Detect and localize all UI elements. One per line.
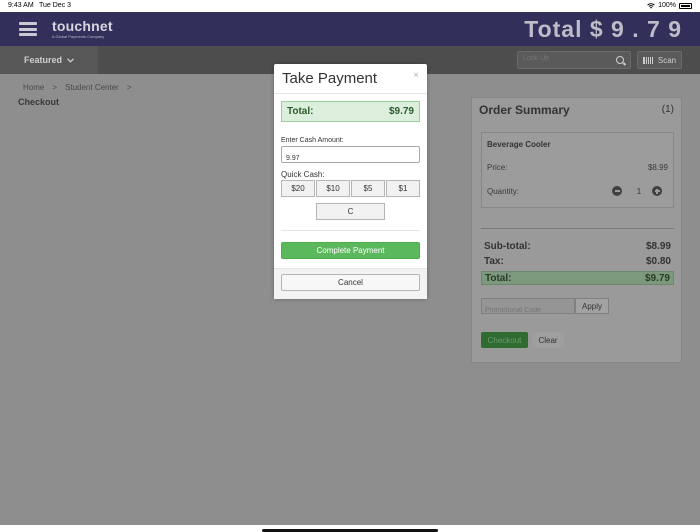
quantity-value: 1	[636, 187, 642, 196]
quick-cash-5-button[interactable]: $5	[351, 180, 385, 197]
battery-icon	[679, 2, 692, 9]
modal-total-label: Total:	[287, 106, 314, 117]
modal-total: Total: $9.79	[281, 101, 420, 122]
status-date: Tue Dec 3	[39, 2, 72, 9]
total-value: $9.79	[644, 272, 670, 284]
take-payment-modal: Take Payment × Total: $9.79 Enter Cash A…	[274, 64, 427, 299]
breadcrumb: Home > Student Center >	[23, 83, 132, 92]
logo-sub: A Global Payments Company	[52, 34, 105, 39]
cancel-button[interactable]: Cancel	[281, 274, 420, 291]
page-title: Checkout	[18, 97, 60, 107]
header: touchnet A Global Payments Company Total…	[0, 12, 700, 46]
quick-cash-label: Quick Cash:	[281, 170, 325, 179]
minus-circle-icon[interactable]	[612, 186, 622, 196]
tax-label: Tax:	[484, 256, 504, 267]
breadcrumb-separator: >	[52, 83, 58, 92]
breadcrumb-home[interactable]: Home	[23, 83, 44, 92]
checkout-button[interactable]: Checkout	[481, 332, 528, 348]
divider	[274, 93, 427, 94]
logo-name: touchnet	[52, 18, 113, 34]
quick-cash-1-button[interactable]: $1	[386, 180, 420, 197]
search-icon[interactable]	[616, 56, 624, 64]
featured-label: Featured	[23, 55, 62, 65]
scan-label: Scan	[657, 55, 677, 65]
tax-value: $0.80	[645, 256, 671, 267]
price-value: $8.99	[647, 163, 668, 172]
clear-amount-button[interactable]: C	[316, 203, 385, 220]
hamburger-menu-icon[interactable]	[19, 22, 37, 36]
quick-cash-10-button[interactable]: $10	[316, 180, 350, 197]
logo: touchnet A Global Payments Company	[52, 18, 113, 39]
order-summary-title: Order Summary	[479, 103, 570, 117]
featured-dropdown[interactable]: Featured	[0, 46, 98, 74]
lookup-input[interactable]	[523, 55, 613, 62]
promo-code-input[interactable]	[485, 307, 573, 314]
battery-percent: 100%	[658, 2, 676, 9]
cash-amount-label: Enter Cash Amount:	[281, 137, 344, 144]
header-total: Total $ 9 . 7 9	[524, 16, 682, 42]
status-bar: 9:43 AM Tue Dec 3 100%	[0, 0, 700, 12]
clear-button[interactable]: Clear	[532, 332, 564, 348]
subtotal-value: $8.99	[645, 241, 671, 252]
modal-title: Take Payment	[282, 70, 378, 87]
divider	[481, 228, 674, 229]
close-icon[interactable]: ×	[413, 70, 419, 81]
price-label: Price:	[487, 163, 508, 172]
subtotal-label: Sub-total:	[484, 241, 531, 252]
quick-cash-20-button[interactable]: $20	[281, 180, 315, 197]
cash-amount-field[interactable]	[281, 146, 420, 163]
status-time: 9:43 AM	[8, 2, 34, 9]
chevron-down-icon	[67, 57, 74, 63]
breadcrumb-student-center[interactable]: Student Center	[65, 83, 119, 92]
breadcrumb-separator: >	[126, 83, 132, 92]
total-row: Total: $9.79	[481, 271, 674, 285]
order-summary: Order Summary (1) Beverage Cooler Price:…	[471, 97, 682, 363]
cash-amount-input[interactable]	[286, 155, 416, 162]
barcode-icon	[642, 56, 653, 64]
lookup-field[interactable]	[517, 51, 631, 69]
quantity-label: Quantity:	[487, 187, 520, 196]
scan-button[interactable]: Scan	[637, 51, 682, 69]
subtotal-row: Sub-total: $8.99	[484, 241, 671, 252]
apply-button[interactable]: Apply	[575, 298, 609, 314]
wifi-icon	[647, 2, 655, 9]
status-right: 100%	[647, 2, 692, 9]
item-name: Beverage Cooler	[487, 140, 551, 149]
divider	[281, 230, 420, 231]
plus-circle-icon[interactable]	[652, 186, 662, 196]
modal-total-value: $9.79	[388, 106, 414, 117]
order-item: Beverage Cooler Price: $8.99 Quantity: 1	[481, 132, 674, 208]
promo-code-field[interactable]	[481, 298, 575, 314]
tax-row: Tax: $0.80	[484, 256, 671, 267]
order-count: (1)	[661, 104, 674, 115]
complete-payment-button[interactable]: Complete Payment	[281, 242, 420, 259]
total-label: Total:	[485, 272, 512, 284]
